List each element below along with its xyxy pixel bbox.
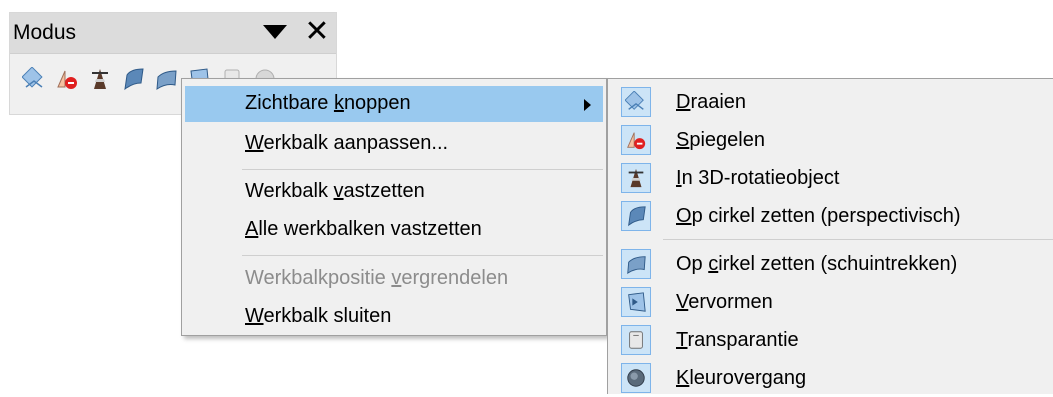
submenu-item-circle-slant[interactable]: Op cirkel zetten (schuintrekken) (611, 245, 1053, 283)
menu-item-label: Werkbalk aanpassen... (245, 132, 449, 154)
submenu-item-rotate[interactable]: Draaien (611, 83, 1053, 121)
menu-item-label: Werkbalk sluiten (245, 305, 392, 327)
submenu-item-3d-rotation-object[interactable]: In 3D-rotatieobject (611, 159, 1053, 197)
menu-item-dock-toolbar[interactable]: Werkbalk vastzetten (185, 174, 603, 210)
submenu-item-label: Op cirkel zetten (perspectivisch) (676, 205, 961, 227)
rotate-icon[interactable] (21, 66, 46, 91)
transparency-icon (621, 325, 651, 355)
toolbar-title: Modus (13, 21, 77, 44)
menu-item-label: Alle werkbalken vastzetten (245, 218, 482, 240)
submenu-item-label: Transparantie (676, 329, 799, 351)
toolbar-context-menu: Zichtbare knoppen Werkbalk aanpassen... … (181, 78, 607, 336)
menu-item-label: Werkbalk vastzetten (245, 180, 425, 202)
submenu-item-circle-perspective[interactable]: Op cirkel zetten (perspectivisch) (611, 197, 1053, 235)
submenu-item-label: In 3D-rotatieobject (676, 167, 840, 189)
circle-slant-icon (621, 249, 651, 279)
menu-item-lock-toolbar-position: Werkbalkpositie vergrendelen (185, 261, 603, 297)
toolbar-titlebar[interactable]: Modus ✕ (10, 13, 336, 54)
distort-icon (621, 287, 651, 317)
submenu-item-label: Vervormen (676, 291, 773, 313)
submenu-item-label: Draaien (676, 91, 747, 113)
submenu-item-label: Spiegelen (676, 129, 765, 151)
submenu-item-distort[interactable]: Vervormen (611, 283, 1053, 321)
submenu-item-label: Kleurovergang (676, 367, 807, 389)
flip-icon[interactable] (55, 67, 79, 91)
menu-item-customize-toolbar[interactable]: Werkbalk aanpassen... (185, 126, 603, 162)
3d-rotation-object-icon[interactable] (88, 67, 112, 91)
close-icon[interactable]: ✕ (302, 15, 332, 49)
menu-item-visible-buttons[interactable]: Zichtbare knoppen (185, 86, 603, 122)
circle-perspective-icon (621, 201, 651, 231)
submenu-item-gradient[interactable]: Kleurovergang (611, 359, 1053, 397)
chevron-right-icon (584, 99, 591, 111)
submenu-item-flip[interactable]: Spiegelen (611, 121, 1053, 159)
visible-buttons-submenu: Draaien Spiegelen In 3D-rotatieobject Op… (607, 78, 1053, 394)
menu-item-label: Werkbalkpositie vergrendelen (245, 267, 509, 289)
menu-item-label: Zichtbare knoppen (245, 92, 411, 114)
submenu-item-transparency[interactable]: Transparantie (611, 321, 1053, 359)
menu-item-close-toolbar[interactable]: Werkbalk sluiten (185, 299, 603, 335)
rotate-icon (621, 87, 651, 117)
toolbar-dropdown-icon[interactable] (263, 25, 287, 39)
menu-separator (242, 169, 603, 170)
flip-icon (621, 125, 651, 155)
submenu-item-label: Op cirkel zetten (schuintrekken) (676, 253, 958, 275)
circle-slant-icon[interactable] (154, 67, 178, 91)
3d-rotation-object-icon (621, 163, 651, 193)
menu-separator (242, 255, 603, 256)
circle-perspective-icon[interactable] (121, 67, 145, 91)
submenu-separator (663, 239, 1053, 240)
menu-item-dock-all-toolbars[interactable]: Alle werkbalken vastzetten (185, 212, 603, 248)
gradient-icon (621, 363, 651, 393)
